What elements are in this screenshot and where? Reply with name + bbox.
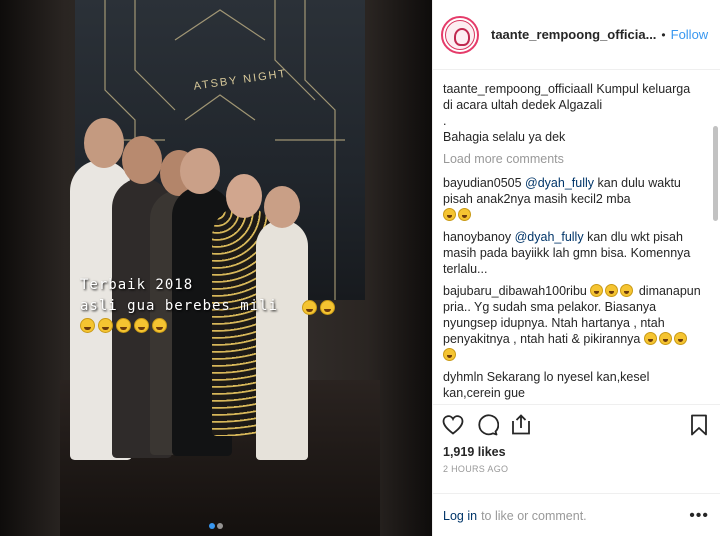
share-icon[interactable]: [509, 413, 533, 437]
comment: bajubaru_dibawah100ribu dimanapun pria..…: [443, 283, 703, 363]
caption: taante_rempoong_officiaall Kumpul keluar…: [443, 81, 703, 145]
post-side-panel: taante_rempoong_officia... • Follow taan…: [432, 0, 720, 536]
backdrop-text: ATSBY NIGHT: [193, 68, 288, 93]
grinning-sweat-emoji: [658, 332, 672, 345]
grinning-sweat-emoji: [443, 208, 456, 221]
video-overlay-text-line2: asli gua berebes mili: [80, 298, 279, 314]
comment-username[interactable]: bajubaru_dibawah100ribu: [443, 284, 587, 298]
post-username[interactable]: taante_rempoong_officia...: [491, 27, 656, 42]
post-timestamp: 2 HOURS AGO: [443, 464, 509, 474]
crying-face-emoji: [134, 318, 149, 333]
header-separator: •: [661, 27, 666, 42]
post-media[interactable]: ATSBY NIGHT Terbaik 2018 asli gua berebe…: [0, 0, 432, 536]
login-link[interactable]: Log in: [443, 509, 477, 523]
carousel-dot-active[interactable]: [209, 523, 215, 529]
caption-last-line: Bahagia selalu ya dek: [443, 130, 566, 144]
person-5-head: [226, 174, 262, 218]
video-overlay-text-line1: Terbaik 2018: [80, 277, 194, 293]
overlay-emoji-group-1: [302, 300, 338, 320]
crying-face-emoji: [320, 300, 335, 315]
grinning-sweat-emoji: [458, 208, 471, 221]
carousel-dots: [208, 516, 224, 534]
post-header: taante_rempoong_officia... • Follow: [433, 0, 720, 70]
person-6-head: [264, 186, 300, 228]
grinning-sweat-emoji: [620, 284, 634, 297]
login-row: Log in to like or comment. •••: [433, 493, 720, 537]
grinning-sweat-emoji: [643, 332, 657, 345]
grinning-sweat-emoji: [590, 284, 604, 297]
avatar-logo-icon: [445, 19, 475, 50]
caption-dot-line: .: [443, 114, 447, 128]
grinning-sweat-emoji: [673, 332, 687, 345]
comment: hanoybanoy @dyah_fully kan dlu wkt pisah…: [443, 229, 703, 277]
comment-username[interactable]: dyhmln: [443, 370, 483, 384]
comments-list[interactable]: taante_rempoong_officiaall Kumpul keluar…: [433, 71, 713, 404]
comments-scrollbar[interactable]: [712, 71, 720, 404]
load-more-comments-link[interactable]: Load more comments: [443, 151, 703, 167]
follow-button[interactable]: Follow: [671, 27, 709, 42]
comment: bayudian0505 @dyah_fully kan dulu waktu …: [443, 175, 703, 223]
comment-mention[interactable]: @dyah_fully: [515, 230, 584, 244]
bookmark-icon[interactable]: [687, 413, 711, 437]
crying-face-emoji: [152, 318, 167, 333]
person-2-head: [122, 136, 162, 184]
crying-face-emoji: [98, 318, 113, 333]
comment-icon[interactable]: [475, 413, 499, 437]
comment: dyhmln Sekarang lo nyesel kan,kesel kan,…: [443, 369, 703, 401]
more-options-icon[interactable]: •••: [689, 507, 709, 525]
comment-mention[interactable]: @dyah_fully: [525, 176, 594, 190]
grinning-sweat-emoji: [443, 348, 456, 361]
scrollbar-thumb[interactable]: [713, 126, 718, 221]
crying-face-emoji: [116, 318, 131, 333]
heart-icon[interactable]: [441, 413, 465, 437]
action-icons-row: [433, 405, 720, 445]
comment-username[interactable]: bayudian0505: [443, 176, 522, 190]
person-6: [256, 220, 308, 460]
avatar[interactable]: [441, 15, 479, 54]
person-1-head: [84, 118, 124, 168]
login-prompt-text: to like or comment.: [481, 508, 587, 523]
crying-face-emoji: [80, 318, 95, 333]
grinning-sweat-emoji: [605, 284, 619, 297]
carousel-dot[interactable]: [217, 523, 223, 529]
post-actions: 1,919 likes 2 HOURS AGO Log in to like o…: [433, 404, 720, 536]
person-4-head: [180, 148, 220, 194]
overlay-emoji-group-2: [80, 318, 170, 338]
likes-count[interactable]: 1,919 likes: [433, 445, 720, 459]
crying-face-emoji: [302, 300, 317, 315]
comment-username[interactable]: hanoybanoy: [443, 230, 511, 244]
caption-username[interactable]: taante_rempoong_officia: [443, 82, 580, 96]
